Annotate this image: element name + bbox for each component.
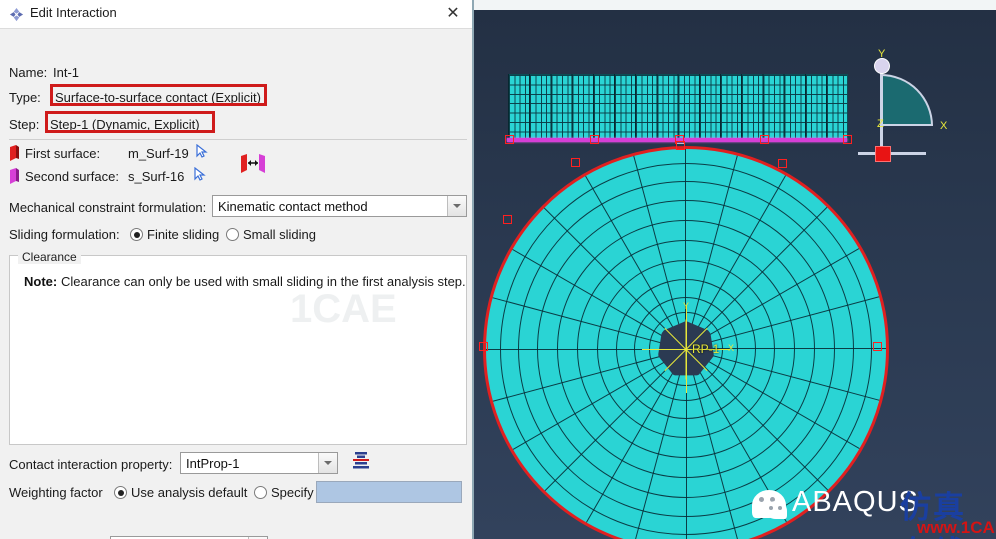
abaqus-diamond-icon [9, 7, 24, 22]
close-icon[interactable]: ✕ [442, 4, 464, 24]
site-watermark: ABAQUS 仿真在线 www.1CAE.com [752, 478, 996, 539]
name-label: Name: [9, 65, 48, 80]
node-marker [503, 215, 512, 224]
reference-point-y-axis-label: Y [683, 301, 690, 311]
contact-property-value: IntProp-1 [186, 456, 240, 471]
weighting-specify-label: Specify [271, 485, 314, 500]
node-marker [873, 342, 882, 351]
clearance-group-title: Clearance [18, 250, 81, 264]
edit-contact-property-icon[interactable] [352, 451, 370, 471]
coordinate-triad: Y X Z [858, 46, 968, 164]
mechanical-constraint-value: Kinematic contact method [218, 199, 368, 214]
triad-fan [881, 74, 933, 126]
step-label: Step: [9, 117, 40, 132]
triad-label-x: X [940, 120, 948, 132]
first-surface-icon [10, 145, 19, 161]
step-value: Step-1 (Dynamic, Explicit) [50, 117, 200, 132]
triad-label-y: Y [878, 48, 886, 60]
weighting-value-input[interactable] [316, 481, 462, 503]
weighting-default-radio[interactable] [114, 486, 127, 499]
clearance-note-bold: Note: [24, 274, 58, 289]
first-surface-picker-icon[interactable] [196, 144, 209, 159]
wechat-icon [752, 490, 787, 519]
sliding-finite-label: Finite sliding [147, 227, 220, 242]
reference-point-x-axis-label: X [728, 343, 735, 353]
name-value: Int-1 [53, 65, 80, 80]
rectangular-mesh-part[interactable] [508, 74, 848, 142]
edit-interaction-dialog[interactable]: Edit Interaction ✕ Name: Int-1 Type: Sur… [0, 0, 474, 539]
type-value: Surface-to-surface contact (Explicit) [55, 90, 261, 105]
chevron-down-icon[interactable] [447, 196, 466, 216]
sliding-finite-radio[interactable] [130, 228, 143, 241]
node-marker [479, 342, 488, 351]
reference-point-label: RP-1 [692, 342, 720, 356]
type-label: Type: [9, 90, 41, 105]
first-surface-label: First surface: [25, 146, 101, 161]
mechanical-constraint-label: Mechanical constraint formulation: [9, 200, 207, 215]
second-surface-label: Second surface: [25, 169, 119, 184]
divider [9, 139, 467, 140]
node-marker [676, 141, 685, 150]
second-surface-picker-icon[interactable] [194, 167, 207, 182]
triad-x-axis [858, 152, 926, 155]
weighting-factor-label: Weighting factor [9, 485, 103, 500]
sliding-formulation-label: Sliding formulation: [9, 227, 120, 242]
screenshot-root: Y X RP-1 Y X Z ABAQUS 仿真 www.1CA Edit In… [0, 0, 996, 539]
triad-y-handle[interactable] [874, 58, 890, 74]
weighting-specify-radio[interactable] [254, 486, 267, 499]
triad-origin-handle[interactable] [875, 146, 891, 162]
node-marker [590, 135, 599, 144]
node-marker [571, 158, 580, 167]
node-marker [505, 135, 514, 144]
weighting-default-label: Use analysis default [131, 485, 248, 500]
first-surface-value: m_Surf-19 [128, 146, 189, 161]
dialog-title: Edit Interaction [30, 5, 117, 20]
second-surface-icon [10, 168, 19, 184]
sliding-small-radio[interactable] [226, 228, 239, 241]
dialog-titlebar: Edit Interaction ✕ [0, 0, 472, 29]
node-marker [760, 135, 769, 144]
mechanical-constraint-select[interactable]: Kinematic contact method [212, 195, 467, 217]
second-surface-value: s_Surf-16 [128, 169, 185, 184]
sliding-small-label: Small sliding [243, 227, 316, 242]
node-marker [778, 159, 787, 168]
contact-property-label: Contact interaction property: [9, 457, 173, 472]
swap-surfaces-icon[interactable] [240, 153, 266, 175]
watermark-url: www.1CAE.com [917, 518, 996, 537]
triad-label-z: Z [877, 118, 884, 130]
contact-property-select[interactable]: IntProp-1 [180, 452, 338, 474]
chevron-down-icon[interactable] [318, 453, 337, 473]
node-marker [843, 135, 852, 144]
clearance-note-text: Clearance can only be used with small sl… [61, 274, 466, 289]
